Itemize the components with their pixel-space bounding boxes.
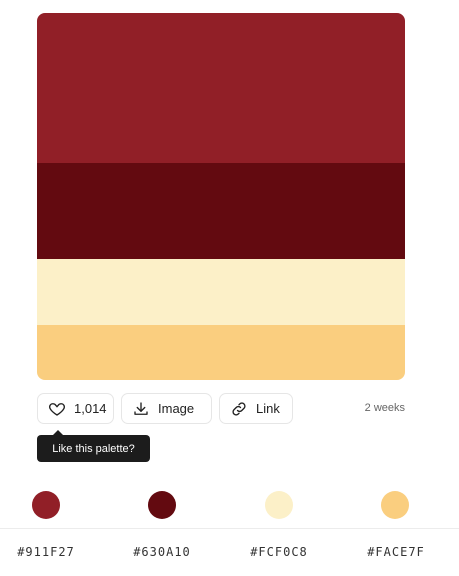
- swatch-2[interactable]: [148, 491, 176, 519]
- link-button[interactable]: Link: [219, 393, 293, 424]
- divider: [0, 528, 459, 529]
- link-icon: [232, 401, 246, 416]
- hex-code-4[interactable]: #FACE7F: [351, 545, 441, 559]
- link-label: Link: [256, 401, 280, 416]
- image-button[interactable]: Image: [121, 393, 212, 424]
- hex-code-3[interactable]: #FCF0C8: [234, 545, 324, 559]
- download-icon: [134, 401, 148, 415]
- palette-actions: 1,014 Image Link 2 weeks: [37, 393, 405, 426]
- hex-code-1[interactable]: #911F27: [1, 545, 91, 559]
- swatch-3[interactable]: [265, 491, 293, 519]
- swatch-4[interactable]: [381, 491, 409, 519]
- time-ago: 2 weeks: [364, 402, 405, 414]
- hex-code-2[interactable]: #630A10: [117, 545, 207, 559]
- like-button[interactable]: 1,014: [37, 393, 114, 424]
- heart-icon: [49, 402, 65, 416]
- palette-band-4[interactable]: [37, 325, 405, 380]
- palette-band-1[interactable]: [37, 13, 405, 163]
- like-tooltip: Like this palette?: [37, 430, 150, 462]
- swatch-1[interactable]: [32, 491, 60, 519]
- palette-preview[interactable]: [37, 13, 405, 380]
- color-swatches: [0, 491, 459, 521]
- like-count: 1,014: [74, 401, 107, 416]
- palette-band-3[interactable]: [37, 259, 405, 325]
- palette-band-2[interactable]: [37, 163, 405, 259]
- image-label: Image: [158, 401, 195, 416]
- tooltip-text: Like this palette?: [52, 442, 135, 455]
